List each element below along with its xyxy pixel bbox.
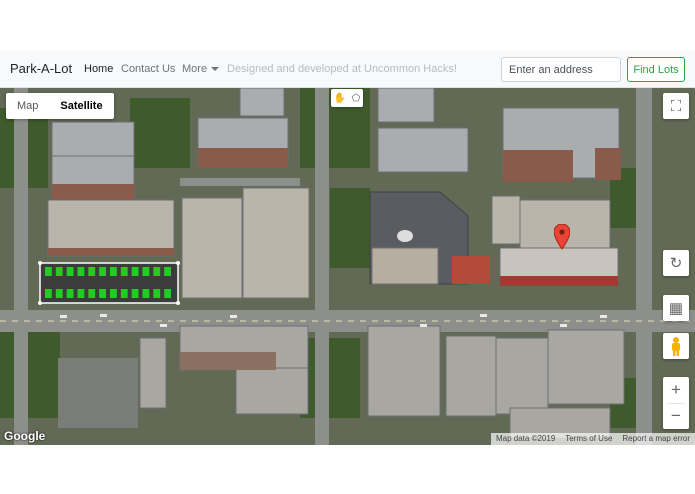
- parking-spot: [110, 267, 117, 276]
- parking-spot: [153, 289, 161, 298]
- terms-link[interactable]: Terms of Use: [560, 433, 617, 445]
- parking-spot: [88, 267, 96, 276]
- parking-spot: [77, 289, 85, 298]
- nav-home[interactable]: Home: [84, 63, 113, 75]
- find-lots-button[interactable]: Find Lots: [627, 57, 685, 82]
- address-input[interactable]: [501, 57, 621, 82]
- nav-more-dropdown[interactable]: More: [182, 63, 220, 75]
- parking-spot: [131, 267, 139, 276]
- parking-spot: [142, 267, 150, 276]
- parking-spot: [66, 289, 74, 298]
- parking-spot: [164, 289, 171, 298]
- rotate-icon[interactable]: ↻: [663, 250, 689, 276]
- parking-spot: [131, 289, 139, 298]
- zoom-out-button[interactable]: −: [663, 403, 689, 429]
- polygon-icon[interactable]: ⬠: [352, 93, 361, 104]
- parking-spot: [66, 267, 74, 276]
- location-marker-icon[interactable]: [554, 224, 570, 250]
- map-attribution: Map data ©2019 Terms of Use Report a map…: [491, 433, 695, 445]
- parking-spot: [164, 267, 171, 276]
- parking-spot: [99, 267, 106, 276]
- parking-spot: [45, 289, 52, 298]
- tilt-icon[interactable]: ▦: [663, 295, 689, 321]
- zoom-divider: [667, 403, 685, 404]
- parking-spot: [77, 267, 85, 276]
- parking-spot: [45, 267, 52, 276]
- google-logo: Google: [4, 429, 46, 443]
- parking-spot: [142, 289, 150, 298]
- zoom-control: + −: [663, 377, 689, 429]
- parking-lot-overlay[interactable]: [38, 261, 182, 307]
- credit-text: Designed and developed at Uncommon Hacks…: [227, 63, 457, 75]
- brand[interactable]: Park-A-Lot: [10, 61, 72, 76]
- parking-spot: [120, 289, 128, 298]
- nav-more-label: More: [182, 63, 208, 75]
- parking-spot: [153, 267, 161, 276]
- drawing-toolbar: ✋ ⬠: [331, 89, 363, 107]
- map-type-satellite[interactable]: Satellite: [49, 93, 113, 119]
- app-frame: Park-A-Lot Home Contact Us More Designed…: [0, 0, 695, 494]
- map-data-credit: Map data ©2019: [496, 434, 556, 443]
- chevron-down-icon: [211, 67, 220, 72]
- satellite-map[interactable]: Map Satellite ✋ ⬠ ⛶ ↻ ▦ + − Google Map d…: [0, 88, 695, 445]
- map-type-control: Map Satellite: [6, 93, 114, 119]
- parking-spot: [88, 289, 96, 298]
- parking-spot: [120, 267, 128, 276]
- parking-spot: [99, 289, 106, 298]
- parking-spot: [55, 289, 63, 298]
- pegman-icon[interactable]: [663, 333, 689, 359]
- nav-contact[interactable]: Contact Us: [121, 63, 175, 75]
- map-type-map[interactable]: Map: [6, 93, 49, 119]
- report-error-link[interactable]: Report a map error: [617, 433, 695, 445]
- parking-spot: [110, 289, 117, 298]
- hand-icon[interactable]: ✋: [334, 93, 346, 104]
- zoom-in-button[interactable]: +: [663, 377, 689, 403]
- fullscreen-icon[interactable]: ⛶: [663, 93, 689, 119]
- parking-spot: [55, 267, 63, 276]
